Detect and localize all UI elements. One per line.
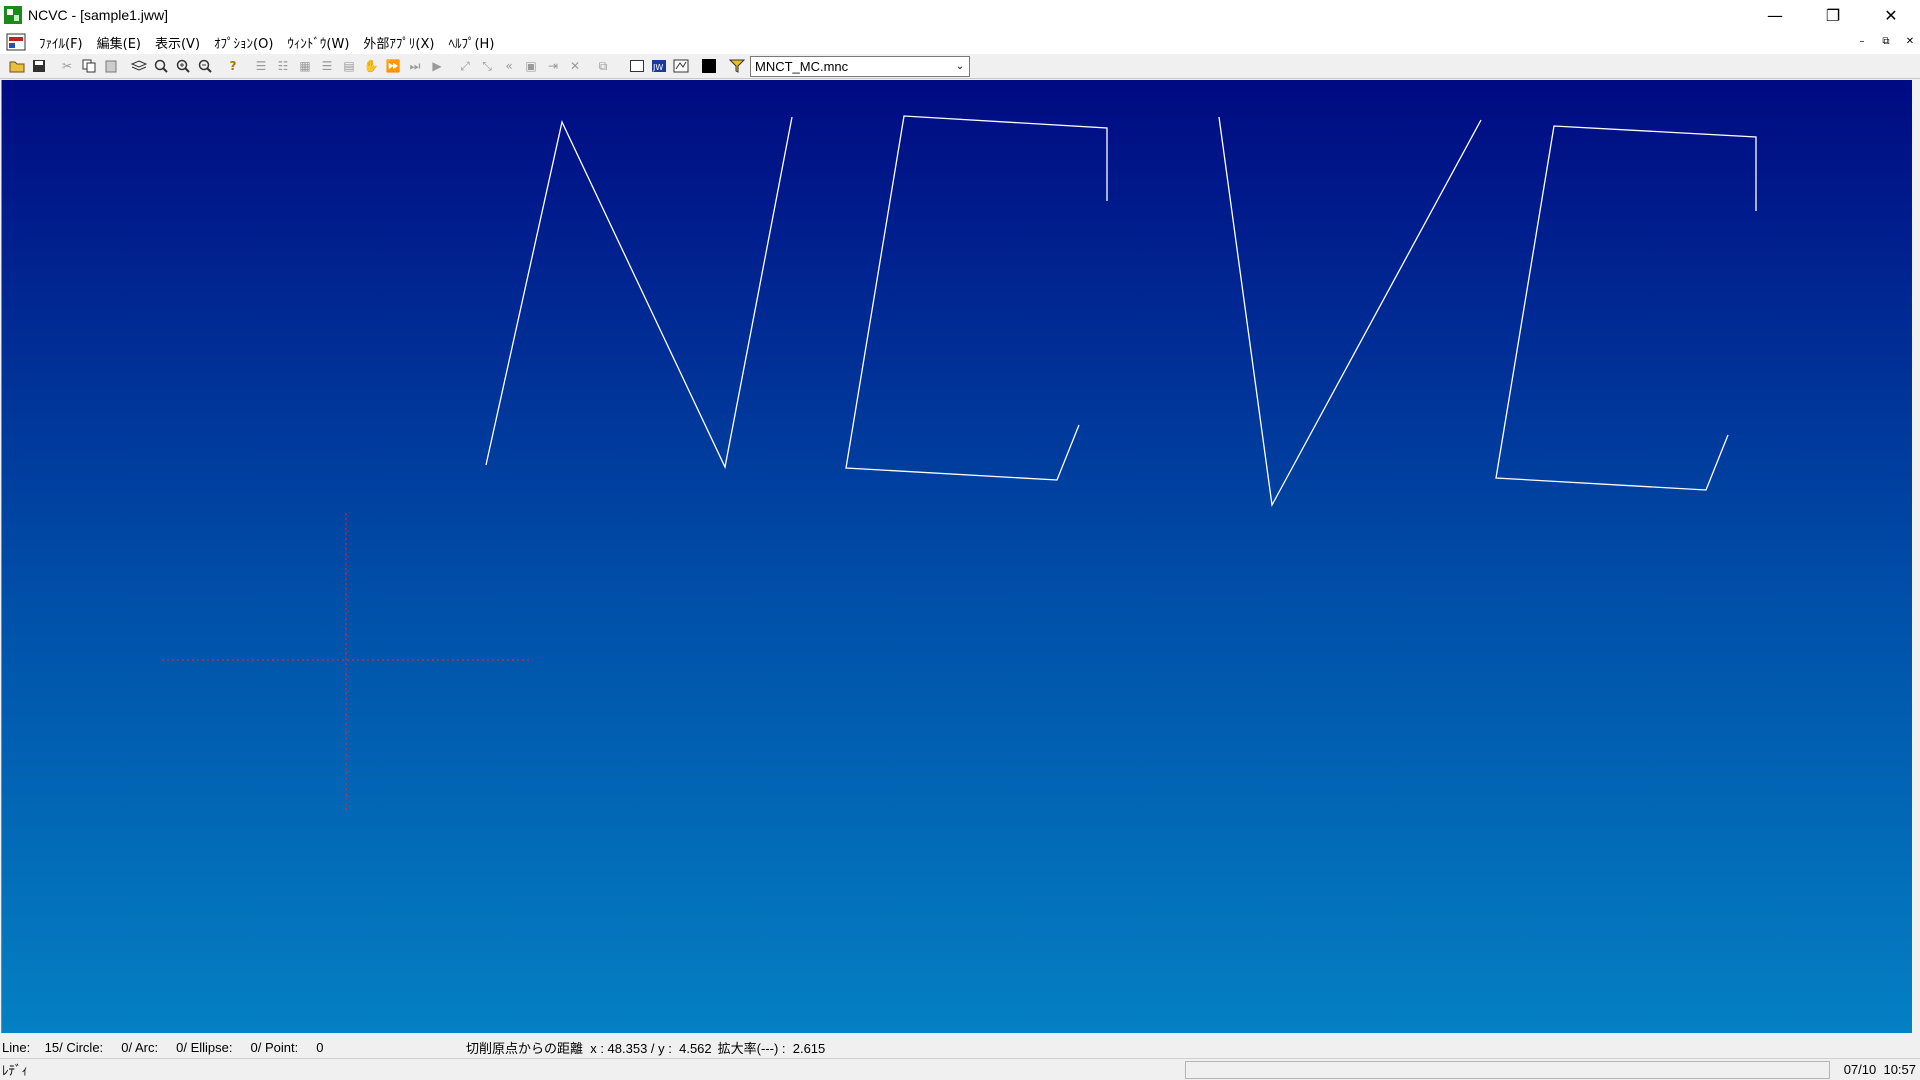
menu-options[interactable]: ｵﾌﾟｼｮﾝ(O) (207, 33, 280, 52)
hand-pan-icon[interactable]: ✋ (360, 56, 382, 76)
drawing-svg (162, 115, 1757, 810)
drawing-canvas[interactable] (1, 80, 1912, 1033)
letter-c2-path (1495, 125, 1757, 491)
status-bar-info: Line: 15/ Circle: 0/ Arc: 0/ Ellipse: 0/… (0, 1036, 1920, 1058)
cut-icon[interactable]: ✂ (56, 56, 78, 76)
open-folder-icon[interactable] (6, 56, 28, 76)
document-icon[interactable] (6, 33, 26, 51)
list-view-icon[interactable]: ☰ (250, 56, 272, 76)
machine-select[interactable]: MNCT_MC.mnc ⌄ (750, 55, 970, 77)
color-black-icon[interactable] (698, 56, 720, 76)
menu-external-apps[interactable]: 外部ｱﾌﾟﾘ(X) (356, 33, 441, 52)
save-icon[interactable] (28, 56, 50, 76)
status-bar: ﾚﾃﾞｨ 07/10 10:57 (0, 1058, 1920, 1080)
svg-text:JW: JW (652, 63, 663, 72)
cross-icon[interactable]: ✕ (564, 56, 586, 76)
letter-n-path (485, 116, 793, 470)
menu-help[interactable]: ﾍﾙﾌﾟ(H) (441, 33, 501, 52)
window-frame-icon[interactable] (626, 56, 648, 76)
title-bar: NCVC - [sample1.jww] — ❐ ✕ (0, 0, 1920, 30)
table-icon[interactable]: ▤ (338, 56, 360, 76)
status-pane (1185, 1061, 1830, 1079)
next-icon[interactable]: ⏭ (404, 56, 426, 76)
minimize-button[interactable]: — (1746, 0, 1804, 30)
document-edit-icon[interactable]: ☰ (316, 56, 338, 76)
export-icon[interactable]: ⇥ (542, 56, 564, 76)
restore-button[interactable]: ❐ (1804, 0, 1862, 30)
zoom-fit-icon[interactable] (150, 56, 172, 76)
status-ready: ﾚﾃﾞｨ (2, 1064, 28, 1079)
menu-bar: ﾌｧｲﾙ(F) 編集(E) 表示(V) ｵﾌﾟｼｮﾝ(O) ｳｨﾝﾄﾞｳ(W) … (0, 30, 1920, 54)
object-counts: Line: 15/ Circle: 0/ Arc: 0/ Ellipse: 0/… (2, 1039, 324, 1055)
menu-view[interactable]: 表示(V) (148, 33, 207, 52)
menu-window[interactable]: ｳｨﾝﾄﾞｳ(W) (280, 33, 356, 52)
cutting-origin-distance: 切削原点からの距離 x : 48.353 / y : 4.562 (466, 1040, 712, 1056)
paste-icon[interactable] (100, 56, 122, 76)
close-button[interactable]: ✕ (1862, 0, 1920, 30)
zoom-out-icon[interactable] (194, 56, 216, 76)
machine-select-value: MNCT_MC.mnc (755, 58, 849, 74)
app-icon (4, 6, 22, 24)
grid-icon[interactable]: ▦ (294, 56, 316, 76)
mdi-close-button[interactable]: ✕ (1900, 32, 1920, 50)
rewind-icon[interactable]: « (498, 56, 520, 76)
frame-icon[interactable]: ▣ (520, 56, 542, 76)
letter-v-path (1218, 116, 1482, 508)
chevron-down-icon[interactable]: ⌄ (951, 61, 969, 72)
mdi-restore-button[interactable]: ⧉ (1876, 32, 1896, 50)
zoom-in-icon[interactable] (172, 56, 194, 76)
report-icon[interactable]: ☷ (272, 56, 294, 76)
shrink-arrow-icon[interactable]: ⤡ (476, 56, 498, 76)
help-icon[interactable]: ? (222, 56, 244, 76)
settings-window-icon[interactable]: ⧉ (592, 56, 614, 76)
zoom-ratio: 拡大率(---) : 2.615 (717, 1040, 826, 1056)
funnel-icon[interactable] (726, 56, 748, 76)
letter-c1-path (845, 115, 1108, 481)
fast-forward-icon[interactable]: ⏩ (382, 56, 404, 76)
status-datetime: 07/10 10:57 (1843, 1062, 1916, 1077)
toolbar: ✂ ? ☰ ☷ ▦ ☰ ▤ ✋ ⏩ ⏭ ▶ ⤢ ⤡ « ▣ ⇥ ✕ ⧉ JW M… (0, 54, 1920, 79)
window-title: NCVC - [sample1.jww] (28, 7, 169, 23)
jw-icon[interactable]: JW (648, 56, 670, 76)
expand-arrow-icon[interactable]: ⤢ (454, 56, 476, 76)
menu-edit[interactable]: 編集(E) (90, 33, 148, 52)
play-icon[interactable]: ▶ (426, 56, 448, 76)
dxf-icon[interactable] (670, 56, 692, 76)
mdi-minimize-button[interactable]: – (1852, 32, 1872, 50)
copy-icon[interactable] (78, 56, 100, 76)
layers-icon[interactable] (128, 56, 150, 76)
menu-file[interactable]: ﾌｧｲﾙ(F) (32, 33, 90, 52)
